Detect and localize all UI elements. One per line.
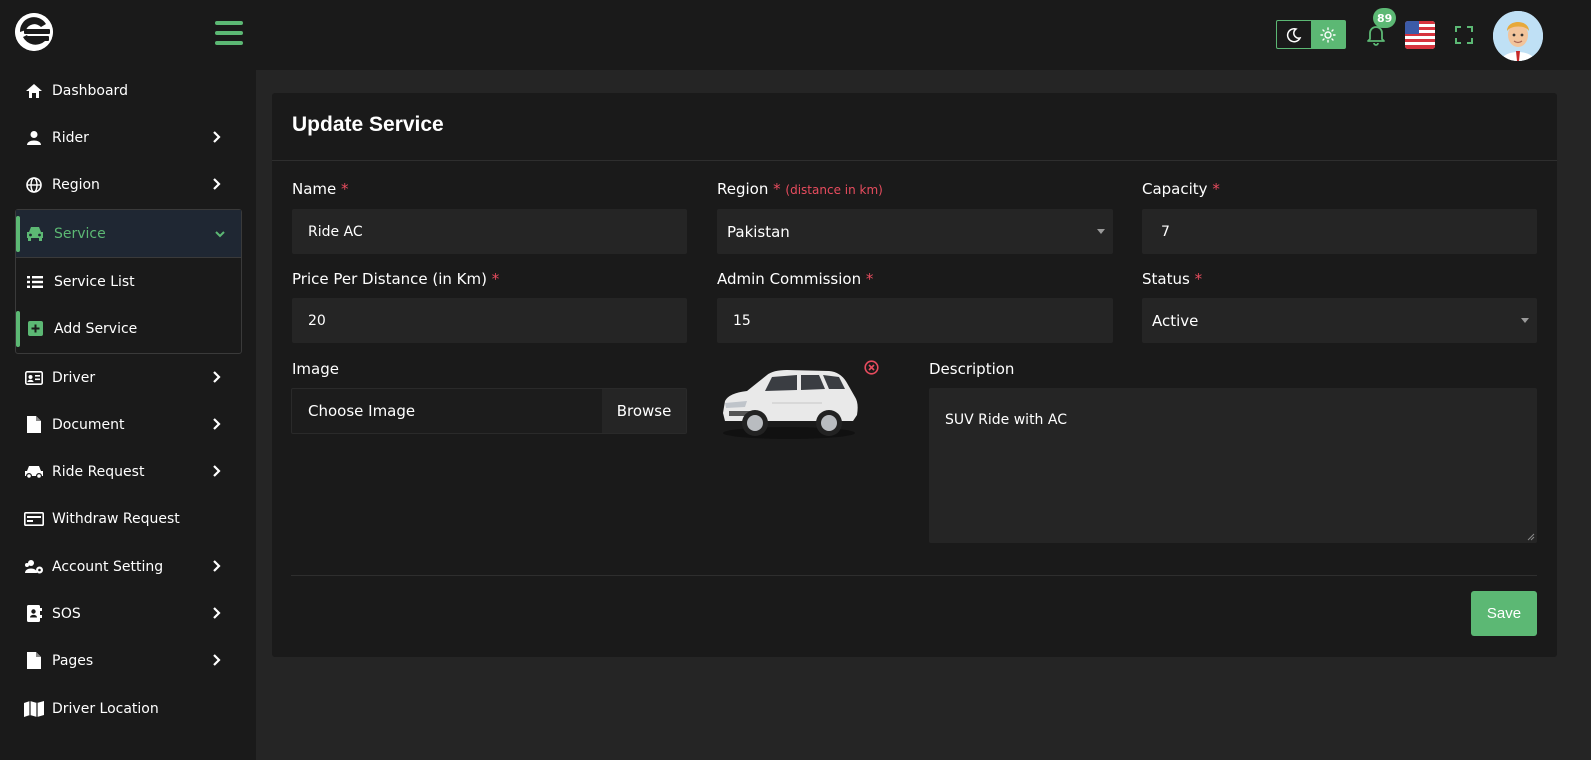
map-icon xyxy=(24,699,44,719)
file-placeholder: Choose Image xyxy=(308,402,416,420)
price-input[interactable]: 20 xyxy=(292,298,687,343)
chevron-right-icon xyxy=(213,371,221,383)
price-label: Price Per Distance (in Km) * xyxy=(292,270,500,288)
users-cog-icon xyxy=(24,557,44,577)
sidebar-item-label: Pages xyxy=(52,652,94,669)
app-logo[interactable] xyxy=(15,13,53,51)
sidebar-item-document[interactable]: Document xyxy=(16,401,241,448)
sidebar-item-withdraw-request[interactable]: Withdraw Request xyxy=(16,495,241,542)
description-textarea[interactable]: SUV Ride with AC xyxy=(929,388,1537,543)
sidebar-subitem-add-service[interactable]: Add Service xyxy=(16,305,241,352)
sidebar-item-label: Ride Request xyxy=(52,463,145,480)
sidebar-item-sos[interactable]: SOS xyxy=(16,590,241,637)
sidebar-item-region[interactable]: Region xyxy=(16,161,241,208)
user-icon xyxy=(24,128,44,148)
status-label: Status * xyxy=(1142,270,1203,288)
update-service-card: Update Service Name * Ride AC Region * (… xyxy=(272,93,1557,657)
id-card-icon xyxy=(24,368,44,388)
sidebar-item-label: Service xyxy=(54,225,106,242)
globe-icon xyxy=(24,175,44,195)
user-avatar[interactable] xyxy=(1493,11,1543,61)
commission-label: Admin Commission * xyxy=(717,270,874,288)
file-icon xyxy=(24,415,44,435)
sidebar-item-pages[interactable]: Pages xyxy=(16,637,241,684)
capacity-input[interactable]: 7 xyxy=(1142,209,1537,254)
us-flag-icon[interactable] xyxy=(1405,21,1435,49)
chevron-right-icon xyxy=(213,178,221,190)
region-label: Region * (distance in km) xyxy=(717,180,883,198)
sidebar-item-account-setting[interactable]: Account Setting xyxy=(16,543,241,590)
fullscreen-icon[interactable] xyxy=(1454,25,1474,45)
sidebar-subitem-service-list[interactable]: Service List xyxy=(16,258,241,305)
region-select[interactable]: Pakistan xyxy=(717,209,1113,254)
file-icon xyxy=(24,651,44,671)
caret-down-icon xyxy=(1097,229,1105,234)
image-label: Image xyxy=(292,360,339,378)
remove-image-icon[interactable] xyxy=(864,360,879,375)
caret-down-icon xyxy=(1521,318,1529,323)
sidebar-item-label: Dashboard xyxy=(52,82,128,99)
car-icon xyxy=(24,462,44,482)
sidebar: Dashboard Rider Region Service Service L… xyxy=(0,70,256,760)
sidebar-item-label: Driver Location xyxy=(52,700,159,717)
chevron-right-icon xyxy=(213,560,221,572)
menu-toggle-icon[interactable] xyxy=(215,20,243,46)
sidebar-item-label: Withdraw Request xyxy=(52,510,180,527)
top-bar: 89 xyxy=(0,0,1591,70)
commission-input[interactable]: 15 xyxy=(717,298,1113,343)
sidebar-item-label: Region xyxy=(52,176,100,193)
sidebar-item-label: Driver xyxy=(52,369,96,386)
home-icon xyxy=(24,81,44,101)
sidebar-item-rider[interactable]: Rider xyxy=(16,114,241,161)
capacity-label: Capacity * xyxy=(1142,180,1220,198)
list-icon xyxy=(25,272,45,292)
chevron-down-icon xyxy=(215,231,225,238)
browse-button[interactable]: Browse xyxy=(602,389,686,433)
form-divider xyxy=(291,575,1537,576)
status-select[interactable]: Active xyxy=(1142,298,1537,343)
resize-grip-icon[interactable] xyxy=(1527,533,1535,541)
sidebar-subitem-label: Add Service xyxy=(54,320,138,337)
sun-icon[interactable] xyxy=(1311,21,1345,48)
sidebar-item-driver[interactable]: Driver xyxy=(16,354,241,401)
theme-toggle[interactable] xyxy=(1276,20,1346,49)
sidebar-group-service: Service Service List Add Service xyxy=(15,209,242,354)
sidebar-item-dashboard[interactable]: Dashboard xyxy=(16,67,241,114)
plus-square-icon xyxy=(25,319,45,339)
chevron-right-icon xyxy=(213,654,221,666)
name-label: Name * xyxy=(292,180,349,198)
money-icon xyxy=(24,509,44,529)
moon-icon[interactable] xyxy=(1277,21,1311,48)
sidebar-subitem-label: Service List xyxy=(54,273,135,290)
description-text: SUV Ride with AC xyxy=(945,412,1067,428)
card-divider xyxy=(272,160,1557,161)
chevron-right-icon xyxy=(213,131,221,143)
sidebar-item-label: SOS xyxy=(52,605,81,622)
sidebar-item-driver-location[interactable]: Driver Location xyxy=(16,685,241,732)
service-image-preview xyxy=(717,363,862,441)
save-button[interactable]: Save xyxy=(1471,591,1537,636)
chevron-right-icon xyxy=(213,607,221,619)
sidebar-item-label: Account Setting xyxy=(52,558,164,575)
name-input[interactable]: Ride AC xyxy=(292,209,687,254)
page-title: Update Service xyxy=(292,113,444,136)
sidebar-item-service[interactable]: Service xyxy=(16,210,241,258)
address-book-icon xyxy=(24,604,44,624)
chevron-right-icon xyxy=(213,465,221,477)
chevron-right-icon xyxy=(213,418,221,430)
sidebar-item-ride-request[interactable]: Ride Request xyxy=(16,448,241,495)
description-label: Description xyxy=(929,360,1015,378)
notification-badge: 89 xyxy=(1373,8,1397,28)
sidebar-item-label: Document xyxy=(52,416,125,433)
sidebar-item-label: Rider xyxy=(52,129,89,146)
image-file-input[interactable]: Choose Image Browse xyxy=(291,388,687,434)
car-icon xyxy=(25,224,45,244)
